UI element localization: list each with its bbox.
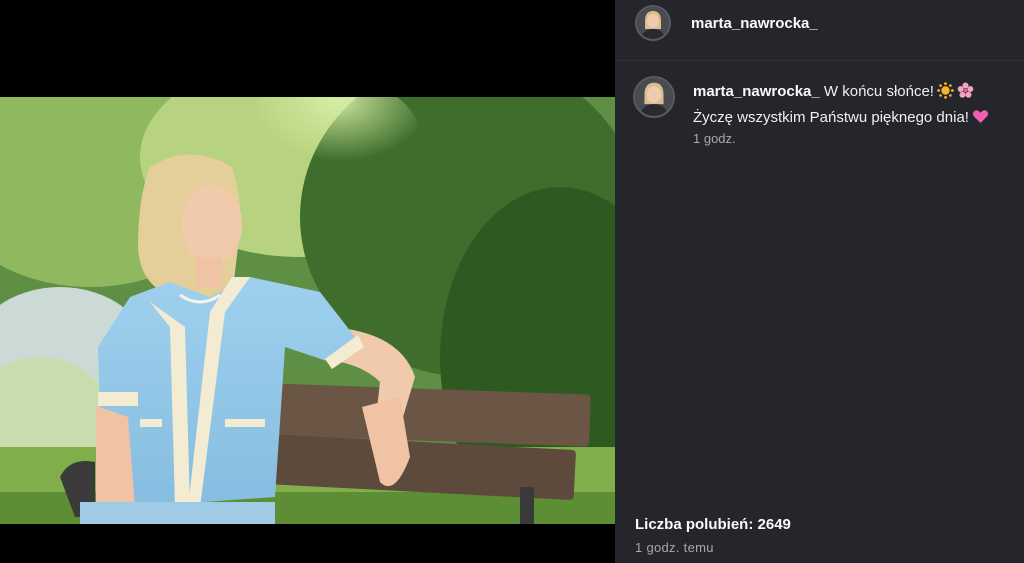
post-footer: Liczba polubień: 2649 1 godz. temu	[615, 505, 1024, 563]
media-pane	[0, 0, 615, 563]
post-author-username[interactable]: marta_nawrocka_	[691, 15, 818, 32]
avatar-image	[637, 7, 669, 39]
photo-illustration	[0, 97, 615, 524]
post-header: marta_nawrocka_	[615, 0, 1024, 46]
caption-comment: marta_nawrocka_ W końcu słońce! Życzę ws…	[615, 70, 1024, 160]
divider	[615, 60, 1024, 61]
caption-line-1: W końcu słońce!	[823, 83, 934, 100]
post-timestamp: 1 godz. temu	[635, 540, 714, 555]
post-photo[interactable]	[0, 97, 615, 524]
pink-heart-emoji	[972, 108, 989, 132]
caption-line-2: Życzę wszystkim Państwu pięknego dnia!	[693, 109, 969, 126]
caption-timestamp: 1 godz.	[693, 131, 736, 146]
likes-summary: Liczba polubień: 2649	[635, 516, 791, 533]
likes-label[interactable]: Liczba polubień:	[635, 516, 753, 533]
cherry-blossom-emoji	[957, 82, 974, 106]
caption-username[interactable]: marta_nawrocka_	[693, 83, 820, 100]
avatar[interactable]	[633, 76, 675, 118]
sun-emoji	[937, 82, 954, 106]
avatar[interactable]	[635, 5, 671, 41]
caption-text: marta_nawrocka_ W końcu słońce! Życzę ws…	[693, 80, 1018, 132]
post-side-panel: marta_nawrocka_ marta_nawrocka_ W końcu …	[615, 0, 1024, 563]
avatar-image	[635, 78, 673, 116]
likes-count[interactable]: 2649	[758, 516, 791, 533]
